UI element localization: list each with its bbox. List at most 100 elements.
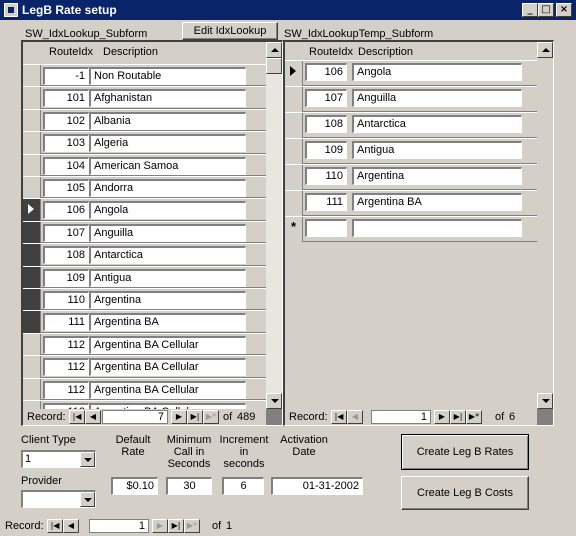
description-field[interactable]: Albania	[89, 111, 246, 130]
description-field[interactable]: Anguilla	[352, 89, 522, 107]
minimize-button[interactable]: _	[522, 3, 538, 17]
scroll-up-button[interactable]	[537, 42, 553, 58]
next-record-button[interactable]: ▶	[171, 410, 187, 424]
description-field[interactable]: Antigua	[352, 141, 522, 159]
record-selector[interactable]	[23, 244, 41, 266]
record-selector[interactable]	[23, 221, 41, 244]
scroll-down-button[interactable]	[266, 393, 282, 409]
first-record-button[interactable]: |◀	[69, 410, 85, 424]
routeidx-field[interactable]: 109	[43, 268, 89, 287]
record-selector[interactable]	[23, 311, 41, 333]
description-field[interactable]: Antarctica	[352, 115, 522, 133]
description-field[interactable]: Algeria	[89, 134, 246, 153]
record-selector[interactable]	[285, 87, 303, 112]
new-record-button[interactable]: ▶*	[203, 410, 219, 424]
routeidx-field[interactable]: 110	[43, 291, 89, 309]
routeidx-field[interactable]: 105	[43, 179, 89, 197]
last-record-button[interactable]: ▶|	[450, 410, 466, 424]
routeidx-field[interactable]: -1	[43, 67, 89, 85]
record-number-input[interactable]: 7	[102, 410, 168, 424]
record-number-input[interactable]: 1	[89, 519, 149, 533]
description-field[interactable]: Argentina BA Cellular	[89, 335, 246, 354]
record-selector[interactable]	[285, 113, 303, 138]
record-selector[interactable]	[23, 401, 41, 409]
routeidx-field[interactable]: 106	[43, 201, 89, 220]
routeidx-field[interactable]: 107	[305, 89, 347, 107]
routeidx-field[interactable]: 107	[43, 223, 89, 242]
record-selector[interactable]	[23, 289, 41, 311]
routeidx-field[interactable]: 108	[43, 246, 89, 265]
description-field[interactable]: Angola	[352, 63, 522, 81]
first-record-button[interactable]: |◀	[47, 519, 63, 533]
chevron-down-icon[interactable]	[80, 452, 95, 467]
record-selector[interactable]	[23, 356, 41, 378]
routeidx-field[interactable]: 101	[43, 89, 89, 108]
description-field[interactable]: Argentina BA Cellular	[89, 358, 246, 377]
right-vertical-scrollbar[interactable]	[537, 42, 553, 409]
new-record-selector[interactable]: *	[285, 217, 303, 242]
description-field[interactable]: Afghanistan	[89, 89, 246, 108]
edit-idxlookup-button[interactable]: Edit IdxLookup	[182, 22, 278, 40]
description-field[interactable]: Argentina	[352, 167, 522, 185]
record-selector[interactable]	[23, 199, 41, 221]
description-field[interactable]: Anguilla	[89, 223, 246, 242]
description-field[interactable]: Angola	[89, 201, 246, 220]
routeidx-field[interactable]: 103	[43, 134, 89, 153]
chevron-down-icon[interactable]	[80, 492, 95, 507]
description-field[interactable]: Antarctica	[89, 246, 246, 265]
description-field[interactable]: Argentina BA Cellular	[89, 380, 246, 399]
routeidx-field[interactable]: 112	[43, 358, 89, 377]
prev-record-button[interactable]: ◀	[347, 410, 363, 424]
description-field[interactable]: Argentina	[89, 291, 246, 309]
routeidx-field[interactable]: 112	[43, 335, 89, 354]
description-field[interactable]: Argentina BA	[352, 193, 522, 211]
routeidx-field[interactable]: 106	[305, 63, 347, 81]
record-selector[interactable]	[23, 333, 41, 356]
routeidx-field[interactable]: 102	[43, 111, 89, 130]
routeidx-field[interactable]: 112	[43, 380, 89, 399]
record-selector[interactable]	[285, 191, 303, 216]
routeidx-field[interactable]	[305, 219, 347, 237]
routeidx-field[interactable]: 111	[43, 313, 89, 332]
routeidx-field[interactable]: 111	[305, 193, 347, 211]
increment-field[interactable]: 6	[222, 477, 264, 495]
record-selector[interactable]	[23, 154, 41, 176]
routeidx-field[interactable]: 110	[305, 167, 347, 185]
record-selector[interactable]	[23, 87, 41, 109]
create-leg-b-rates-button[interactable]: Create Leg B Rates	[401, 434, 529, 470]
close-button[interactable]: ×	[556, 3, 572, 17]
description-field[interactable]: Non Routable	[89, 67, 246, 85]
next-record-button[interactable]: ▶	[434, 410, 450, 424]
record-selector[interactable]	[23, 266, 41, 288]
record-selector[interactable]	[23, 65, 41, 87]
routeidx-field[interactable]: 108	[305, 115, 347, 133]
record-selector[interactable]	[23, 378, 41, 400]
last-record-button[interactable]: ▶|	[168, 519, 184, 533]
routeidx-field[interactable]: 104	[43, 156, 89, 175]
record-selector[interactable]	[23, 177, 41, 199]
title-bar[interactable]: LegB Rate setup _ □ ×	[0, 0, 576, 20]
next-record-button[interactable]: ▶	[152, 519, 168, 533]
routeidx-field[interactable]: 109	[305, 141, 347, 159]
record-selector[interactable]	[23, 109, 41, 132]
description-field[interactable]: Argentina BA	[89, 313, 246, 332]
activation-date-field[interactable]: 01-31-2002	[271, 477, 363, 495]
create-leg-b-costs-button[interactable]: Create Leg B Costs	[401, 476, 529, 510]
record-selector[interactable]	[285, 139, 303, 164]
scroll-thumb[interactable]	[266, 58, 282, 74]
record-selector[interactable]	[285, 165, 303, 190]
min-call-field[interactable]: 30	[166, 477, 212, 495]
record-selector[interactable]	[285, 61, 303, 86]
new-record-button[interactable]: ▶*	[184, 519, 200, 533]
scroll-up-button[interactable]	[266, 42, 282, 58]
description-field[interactable]	[352, 219, 522, 237]
record-selector[interactable]	[23, 132, 41, 154]
new-record-button[interactable]: ▶*	[466, 410, 482, 424]
description-field[interactable]: Andorra	[89, 179, 246, 197]
client-type-combo[interactable]: 1	[21, 450, 96, 468]
prev-record-button[interactable]: ◀	[63, 519, 79, 533]
default-rate-field[interactable]: $0.10	[111, 477, 158, 495]
scroll-down-button[interactable]	[537, 393, 553, 409]
description-field[interactable]: American Samoa	[89, 156, 246, 175]
last-record-button[interactable]: ▶|	[187, 410, 203, 424]
